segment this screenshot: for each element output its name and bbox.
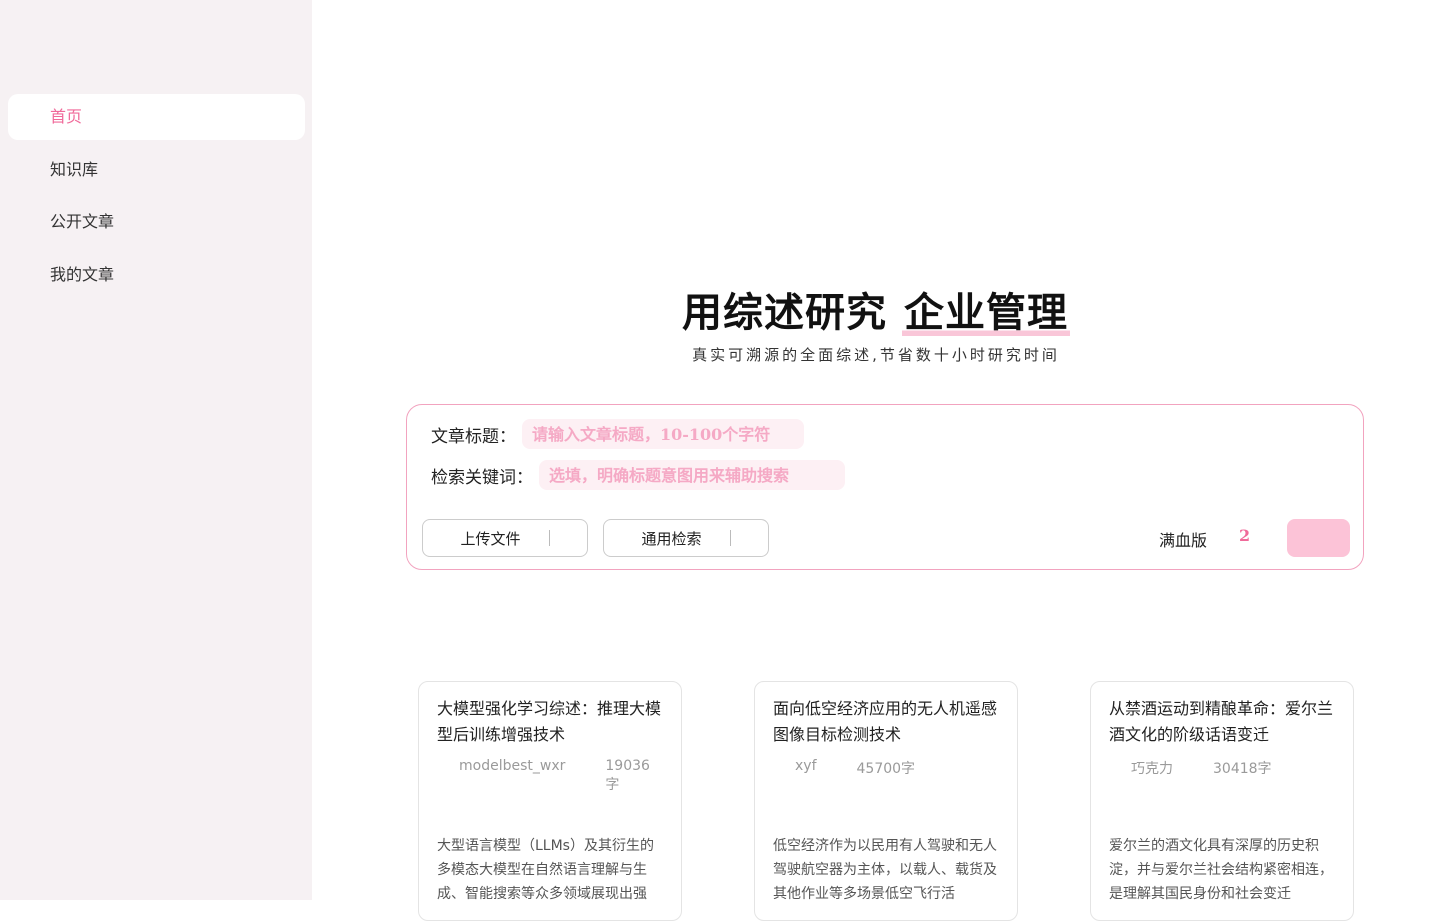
keywords-field-row: 检索关键词： [431,460,845,490]
title-input[interactable] [522,419,804,449]
main-content: 用综述研究 企业管理 真实可溯源的全面综述,节省数十小时研究时间 文章标题： 检… [312,0,1440,921]
hero-subtitle: 真实可溯源的全面综述,节省数十小时研究时间 [692,346,1060,364]
article-card-meta: 巧克力 30418字 [1109,758,1335,778]
article-card-word-count: 45700字 [856,761,916,777]
article-card-author: xyf [795,758,817,774]
article-card-title: 从禁酒运动到精酿革命：爱尔兰酒文化的阶级话语变迁 [1109,699,1334,744]
article-card-title: 大模型强化学习综述：推理大模型后训练增强技术 [437,699,662,744]
article-card-abstract: 爱尔兰的酒文化具有深厚的历史积淀，并与爱尔兰社会结构紧密相连，是理解其国民身份和… [1109,838,1333,902]
article-card-author: 巧克力 [1131,761,1173,777]
submit-button[interactable] [1287,519,1350,557]
sidebar: 首页 知识库 公开文章 我的文章 [0,0,312,900]
article-card-abstract: 大型语言模型（LLMs）及其衍生的多模态大模型在自然语言理解与生成、智能搜索等众… [437,838,654,902]
search-panel: 文章标题： 检索关键词： 上传文件 通用检索 满血版 2 [406,404,1364,570]
upload-file-button[interactable]: 上传文件 [422,519,588,557]
article-card-abstract: 低空经济作为以民用有人驾驶和无人驾驶航空器为主体，以载人、载货及其他作业等多场景… [773,838,997,902]
hero-title-prefix: 用综述研究 [682,289,902,336]
title-field-row: 文章标题： [431,419,804,449]
sidebar-item-public-articles[interactable]: 公开文章 [8,199,305,245]
article-card-word-count: 19036字 [605,758,650,793]
article-card-word-count: 30418字 [1213,761,1272,777]
article-card-meta: modelbest_wxr 19036字 [437,758,663,794]
retrieval-mode-button[interactable]: 通用检索 [603,519,769,557]
upload-file-label: 上传文件 [460,529,521,548]
keywords-field-label: 检索关键词： [431,467,533,488]
sidebar-item-knowledge-base[interactable]: 知识库 [8,147,305,193]
upload-divider [548,530,550,546]
hero-title-highlight: 企业管理 [901,289,1070,336]
keywords-input[interactable] [539,460,845,490]
article-card-title: 面向低空经济应用的无人机遥感图像目标检测技术 [773,699,998,744]
title-field-label: 文章标题： [431,426,516,447]
hero-title: 用综述研究 企业管理 [312,280,1440,338]
full-version-label[interactable]: 满血版 [1159,527,1207,551]
article-card[interactable]: 从禁酒运动到精酿革命：爱尔兰酒文化的阶级话语变迁 巧克力 30418字 爱尔兰的… [1090,681,1354,921]
retrieval-divider [729,530,731,546]
article-card[interactable]: 大模型强化学习综述：推理大模型后训练增强技术 modelbest_wxr 190… [418,681,682,921]
article-card[interactable]: 面向低空经济应用的无人机遥感图像目标检测技术 xyf 45700字 低空经济作为… [754,681,1018,921]
retrieval-mode-label: 通用检索 [641,529,702,548]
sidebar-item-home[interactable]: 首页 [8,94,305,140]
full-version-count: 2 [1239,526,1251,545]
article-card-meta: xyf 45700字 [773,758,999,778]
sidebar-item-my-articles[interactable]: 我的文章 [8,252,305,298]
article-card-author: modelbest_wxr [459,758,566,774]
